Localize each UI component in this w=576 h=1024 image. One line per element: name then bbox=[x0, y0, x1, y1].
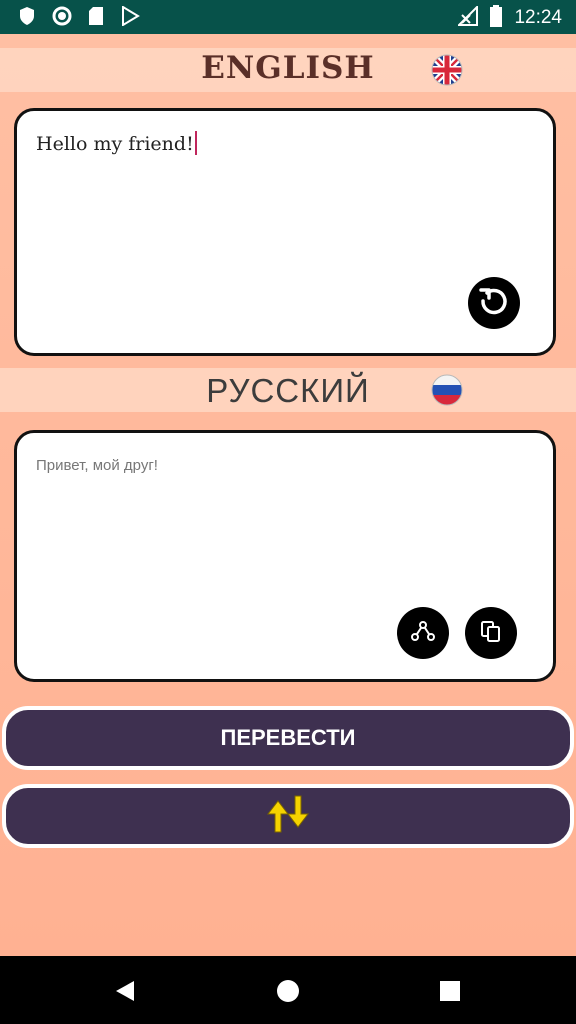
translate-button[interactable]: ПЕРЕВЕСТИ bbox=[2, 706, 574, 770]
target-language-label: РУССКИЙ bbox=[206, 372, 370, 409]
copy-button[interactable] bbox=[465, 607, 517, 659]
back-icon[interactable] bbox=[114, 980, 136, 1006]
source-language-label: ENGLISH bbox=[201, 50, 375, 86]
source-language-bar[interactable]: ENGLISH bbox=[0, 48, 576, 92]
source-text-box[interactable]: Hello my friend! bbox=[14, 108, 556, 356]
app-content: ENGLISH Hello my friend! РУССКИЙ Привет,… bbox=[0, 34, 576, 956]
russia-flag-icon bbox=[431, 374, 463, 406]
status-bar: 12:24 bbox=[0, 0, 576, 34]
battery-icon bbox=[490, 5, 503, 31]
translate-button-label: ПЕРЕВЕСТИ bbox=[220, 725, 356, 750]
reset-button[interactable] bbox=[468, 277, 520, 329]
shield-icon bbox=[18, 6, 36, 30]
circle-icon bbox=[52, 6, 72, 30]
target-text-box[interactable]: Привет, мой друг! bbox=[14, 430, 556, 682]
translated-text: Привет, мой друг! bbox=[36, 457, 158, 474]
copy-icon bbox=[478, 618, 504, 648]
swap-languages-button[interactable] bbox=[2, 784, 574, 848]
signal-icon bbox=[457, 4, 479, 30]
reset-icon bbox=[477, 284, 511, 322]
play-store-icon bbox=[120, 5, 140, 30]
sd-card-icon bbox=[88, 6, 104, 30]
source-text-value: Hello my friend! bbox=[36, 133, 194, 155]
source-text-input[interactable]: Hello my friend! bbox=[36, 131, 197, 155]
swap-arrows-icon bbox=[264, 794, 312, 838]
target-language-bar[interactable]: РУССКИЙ bbox=[0, 368, 576, 412]
share-icon bbox=[410, 618, 436, 648]
home-icon[interactable] bbox=[276, 979, 300, 1007]
text-cursor bbox=[194, 131, 197, 155]
navigation-bar bbox=[0, 956, 576, 1024]
recents-icon[interactable] bbox=[439, 980, 461, 1006]
share-button[interactable] bbox=[397, 607, 449, 659]
uk-flag-icon bbox=[431, 54, 463, 86]
status-time: 12:24 bbox=[514, 7, 562, 28]
